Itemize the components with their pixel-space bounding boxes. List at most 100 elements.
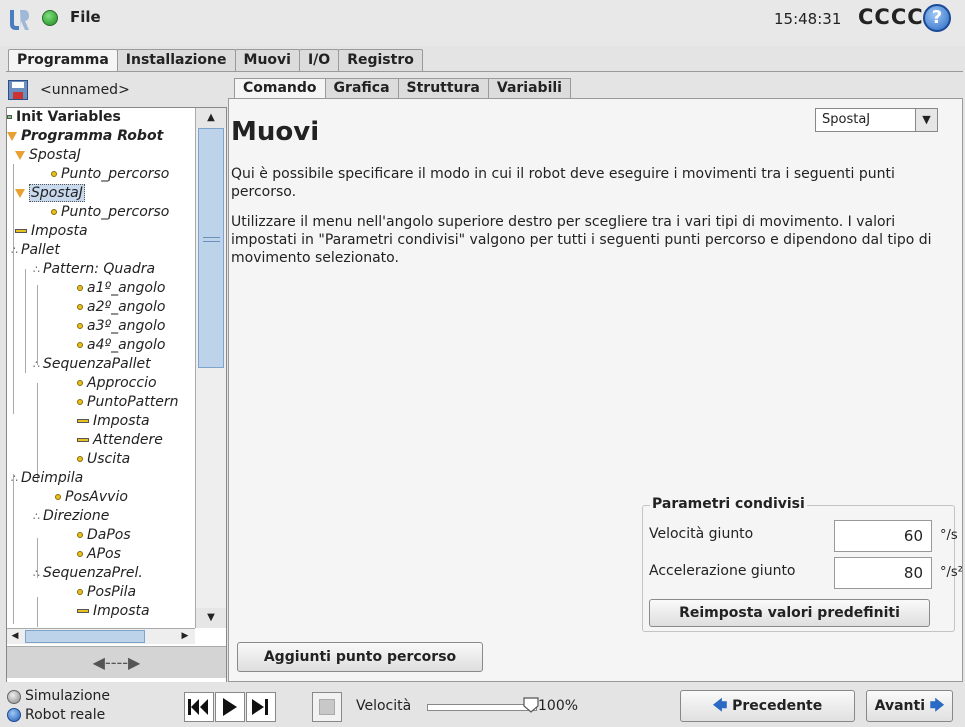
scroll-thumb[interactable] xyxy=(198,128,224,368)
page-title: Muovi xyxy=(231,117,320,147)
joint-accel-unit: °/s² xyxy=(940,565,963,580)
tree-item[interactable]: a3º_angolo xyxy=(77,317,165,336)
tree-item-selected[interactable]: SpostaJ xyxy=(15,184,85,203)
waypoint-icon xyxy=(77,380,83,386)
skip-start-button[interactable] xyxy=(184,692,214,722)
tab-grafica[interactable]: Grafica xyxy=(324,78,399,98)
tree-connector xyxy=(25,269,26,373)
tree-item[interactable]: PuntoPattern xyxy=(77,393,179,412)
set-icon xyxy=(77,419,89,423)
speed-slider[interactable] xyxy=(427,704,537,711)
add-waypoint-button[interactable]: Aggiunti punto percorso xyxy=(237,642,483,672)
previous-button[interactable]: 🡄 Precedente xyxy=(680,690,855,722)
tree-item[interactable]: Approccio xyxy=(77,374,157,393)
waypoint-icon xyxy=(77,399,83,405)
tree-item[interactable]: SpostaJ xyxy=(15,146,81,165)
speed-slider-knob[interactable] xyxy=(523,697,539,713)
tab-comando[interactable]: Comando xyxy=(234,78,326,98)
joint-accel-input[interactable]: 80 xyxy=(834,557,932,589)
depallet-icon: ∴ xyxy=(11,472,18,485)
tree-item[interactable]: a4º_angolo xyxy=(77,336,165,355)
joint-speed-input[interactable]: 60 xyxy=(834,520,932,552)
main-tabs: Programma Installazione Muovi I/O Regist… xyxy=(8,49,423,72)
speed-value: 100% xyxy=(538,698,579,714)
sequence-icon: ∴ xyxy=(33,567,40,580)
shared-parameters-group: Parametri condivisi Velocità giunto 60 °… xyxy=(642,496,963,632)
play-icon xyxy=(223,698,237,716)
tree-item[interactable]: a2º_angolo xyxy=(77,298,165,317)
save-icon[interactable] xyxy=(8,80,28,100)
waypoint-icon xyxy=(77,456,83,462)
tree-connector xyxy=(37,597,38,627)
tree-item[interactable]: ∴ SequenzaPrel. xyxy=(33,564,143,583)
help-icon[interactable]: ? xyxy=(923,4,951,32)
tree-item[interactable]: Programma Robot xyxy=(7,127,163,146)
tree-item[interactable]: PosAvvio xyxy=(55,488,128,507)
tree-item[interactable]: PosPila xyxy=(77,583,136,602)
real-robot-label: Robot reale xyxy=(25,707,106,723)
bottom-bar: Simulazione Robot reale Velocità 100% 🡄 … xyxy=(0,682,965,727)
resize-handle[interactable]: ◀----▶ xyxy=(7,646,226,678)
tree-item[interactable]: Attendere xyxy=(77,431,163,450)
tree-item-label: Programma Robot xyxy=(21,128,164,144)
waypoint-icon xyxy=(51,209,57,215)
tree-item-label: PosAvvio xyxy=(65,489,128,505)
stop-button[interactable] xyxy=(312,692,342,722)
tree-item[interactable]: DaPos xyxy=(77,526,131,545)
tree-item[interactable]: Init Variables xyxy=(7,108,121,127)
tree-item-label: Imposta xyxy=(31,223,88,239)
scroll-down-icon[interactable]: ▼ xyxy=(196,608,226,628)
tab-muovi[interactable]: Muovi xyxy=(234,49,300,71)
chevron-down-icon[interactable]: ▼ xyxy=(915,109,937,131)
joint-speed-label: Velocità giunto xyxy=(649,526,754,542)
tree-item[interactable]: Uscita xyxy=(77,450,130,469)
tree-item[interactable]: Punto_percorso xyxy=(51,165,169,184)
program-name: <unnamed> xyxy=(40,82,130,98)
tree-item[interactable]: ∴ Pallet xyxy=(11,241,60,260)
tree-item[interactable]: ∴ SequenzaPallet xyxy=(33,355,151,374)
scroll-thumb[interactable] xyxy=(25,630,145,643)
program-icon xyxy=(7,131,17,141)
file-menu[interactable]: File xyxy=(70,8,101,26)
drag-arrows-icon: ◀----▶ xyxy=(92,653,141,672)
tab-programma[interactable]: Programma xyxy=(8,49,118,72)
tree-item[interactable]: Imposta xyxy=(15,222,88,241)
pallet-icon: ∴ xyxy=(11,244,18,257)
waypoint-icon xyxy=(51,171,57,177)
tree-vertical-scrollbar[interactable]: ▲ ▼ xyxy=(195,108,226,628)
real-robot-radio[interactable] xyxy=(7,708,21,722)
scroll-right-icon[interactable]: ▶ xyxy=(177,629,193,644)
waypoint-icon xyxy=(77,304,83,310)
tab-struttura[interactable]: Struttura xyxy=(397,78,489,98)
arrow-right-icon: 🡆 xyxy=(929,698,945,714)
next-label: Avanti xyxy=(874,698,926,714)
top-bar: File 15:48:31 CCCC ? xyxy=(0,0,965,46)
tree-item-label: PuntoPattern xyxy=(87,394,179,410)
tree-item[interactable]: Punto_percorso xyxy=(51,203,169,222)
step-button[interactable] xyxy=(246,692,276,722)
tab-variabili[interactable]: Variabili xyxy=(487,78,571,98)
tab-installazione[interactable]: Installazione xyxy=(116,49,236,71)
set-icon xyxy=(77,609,89,613)
reset-defaults-button[interactable]: Reimposta valori predefiniti xyxy=(649,599,930,627)
joint-accel-label: Accelerazione giunto xyxy=(649,563,796,579)
tree-horizontal-scrollbar[interactable]: ◀ ▶ xyxy=(7,628,195,644)
tab-registro[interactable]: Registro xyxy=(338,49,423,71)
pattern-icon: ∴ xyxy=(33,263,40,276)
wait-icon xyxy=(77,438,89,442)
play-button[interactable] xyxy=(215,692,245,722)
scroll-up-icon[interactable]: ▲ xyxy=(196,108,226,128)
move-type-select[interactable]: SpostaJ ▼ xyxy=(815,108,938,132)
tree-item[interactable]: ∴ Deimpila xyxy=(11,469,83,488)
next-button[interactable]: Avanti 🡆 xyxy=(866,690,953,722)
tree-item[interactable]: Imposta xyxy=(77,412,150,431)
simulation-radio[interactable] xyxy=(7,690,21,704)
tree-item[interactable]: ∴ Pattern: Quadra xyxy=(33,260,155,279)
tree-item[interactable]: a1º_angolo xyxy=(77,279,165,298)
tab-io[interactable]: I/O xyxy=(298,49,340,71)
tree-item[interactable]: Imposta xyxy=(77,602,150,621)
tree-item[interactable]: APos xyxy=(77,545,121,564)
scroll-left-icon[interactable]: ◀ xyxy=(7,629,23,644)
tree-item-label: Pallet xyxy=(21,242,60,258)
tree-item[interactable]: ∴ Direzione xyxy=(33,507,109,526)
